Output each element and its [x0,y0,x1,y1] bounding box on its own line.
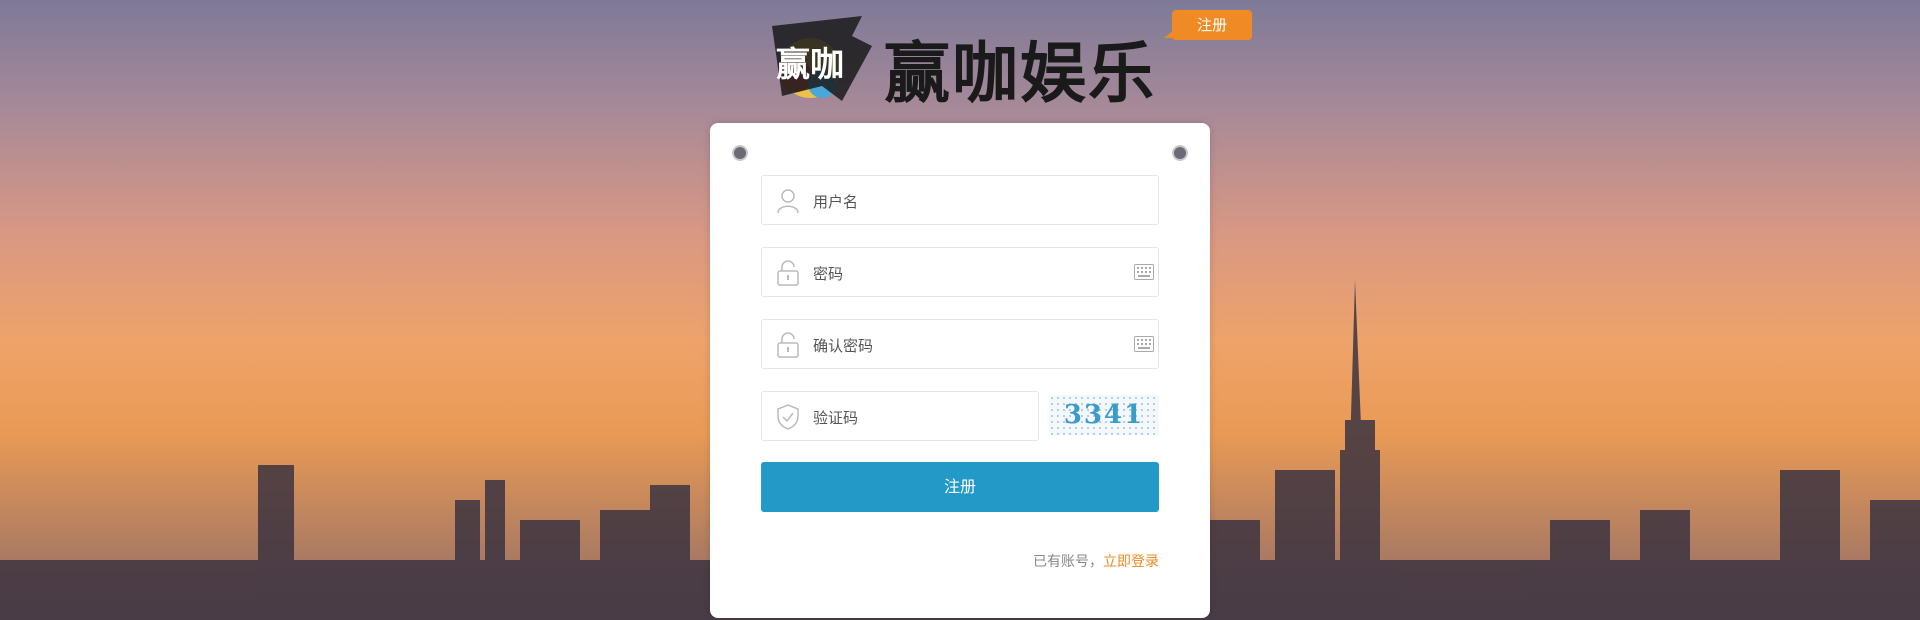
user-icon [777,189,799,214]
captcha-image[interactable]: 3341 [1049,395,1159,435]
shield-check-icon [777,404,799,430]
svg-text:赢咖: 赢咖 [776,45,844,85]
card-pin-right [1172,145,1188,161]
register-card: 用户名 密码 确认密码 验证码 3341 注册 已有账号，立即登录 [710,123,1210,618]
captcha-field[interactable]: 验证码 [761,391,1039,441]
login-link[interactable]: 立即登录 [1103,554,1159,570]
card-pin-left [732,145,748,161]
keyboard-icon[interactable] [1134,336,1154,352]
keyboard-icon[interactable] [1134,264,1154,280]
confirm-password-input[interactable]: 确认密码 [813,335,873,356]
logo-mark-icon: 赢咖 [772,16,872,101]
confirm-password-field[interactable]: 确认密码 [761,319,1159,369]
captcha-input[interactable]: 验证码 [813,407,858,428]
password-field[interactable]: 密码 [761,247,1159,297]
register-button[interactable]: 注册 [761,462,1159,512]
brand-logo: 赢咖 赢咖娱乐 [762,6,1162,116]
username-field[interactable]: 用户名 [761,175,1159,225]
password-input[interactable]: 密码 [813,263,843,284]
login-prompt: 已有账号，立即登录 [1033,551,1159,571]
register-tag: 注册 [1164,10,1252,40]
lock-icon [777,332,799,358]
login-prompt-text: 已有账号， [1033,554,1103,570]
logo-text: 赢咖娱乐 [884,35,1156,112]
username-input[interactable]: 用户名 [813,191,858,212]
lock-icon [777,260,799,286]
